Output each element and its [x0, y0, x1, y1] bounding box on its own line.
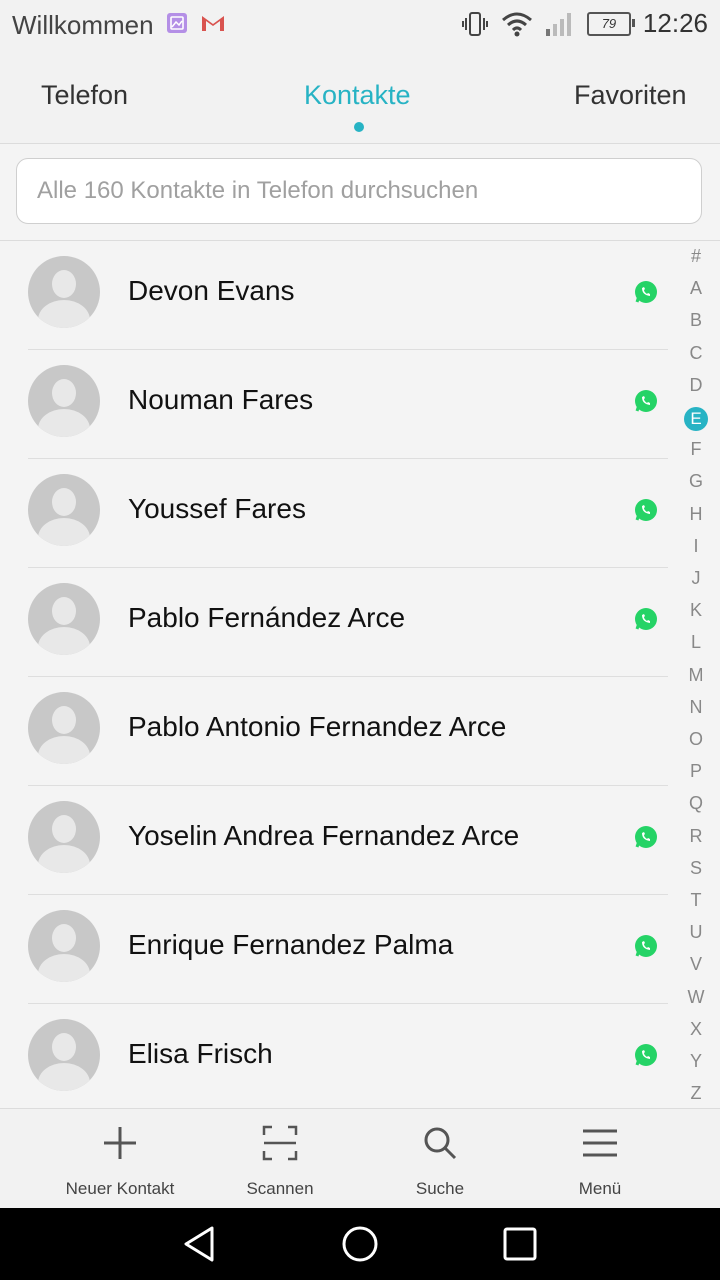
new-contact-label: Neuer Kontakt: [65, 1179, 175, 1198]
index-letter[interactable]: Y: [676, 1051, 716, 1072]
signal-icon: [545, 12, 571, 36]
index-letter[interactable]: O: [676, 729, 716, 750]
contact-name: Yoselin Andrea Fernandez Arce: [128, 820, 520, 851]
back-icon[interactable]: [180, 1224, 220, 1264]
contact-name: Pablo Antonio Fernandez Arce: [128, 711, 507, 742]
battery-icon: 79: [586, 11, 635, 36]
avatar-icon: [28, 1019, 100, 1091]
contact-row[interactable]: Youssef Fares: [0, 459, 672, 568]
index-letter[interactable]: C: [676, 343, 716, 364]
contact-name: Enrique Fernandez Palma: [128, 929, 454, 960]
menu-button[interactable]: Menü: [520, 1109, 680, 1209]
avatar-icon: [28, 474, 100, 546]
index-letter[interactable]: M: [676, 665, 716, 686]
contact-name: Nouman Fares: [128, 384, 314, 415]
index-letter[interactable]: J: [676, 568, 716, 589]
contact-row[interactable]: Pablo Antonio Fernandez Arce: [0, 677, 672, 786]
avatar-icon: [28, 583, 100, 655]
whatsapp-icon[interactable]: [634, 607, 658, 631]
index-letter[interactable]: P: [676, 761, 716, 782]
index-letter[interactable]: D: [676, 375, 716, 396]
whatsapp-icon[interactable]: [634, 1043, 658, 1067]
index-letter[interactable]: V: [676, 954, 716, 975]
whatsapp-icon[interactable]: [634, 280, 658, 304]
contact-name: Pablo Fernández Arce: [128, 602, 406, 633]
menu-icon: [583, 1129, 617, 1157]
home-icon[interactable]: [340, 1224, 380, 1264]
contact-search-input[interactable]: [16, 158, 702, 224]
tab-telefon[interactable]: Telefon: [41, 80, 128, 111]
index-letter[interactable]: W: [676, 987, 716, 1008]
index-letter[interactable]: E: [684, 407, 708, 431]
status-title: Willkommen: [12, 10, 154, 40]
status-time: 12:26: [642, 8, 708, 38]
contact-row[interactable]: Devon Evans: [0, 241, 672, 350]
contact-row[interactable]: Pablo Fernández Arce: [0, 568, 672, 677]
contact-name: Youssef Fares: [128, 493, 306, 524]
bottom-toolbar: Neuer Kontakt Scannen Suche Menü: [0, 1108, 720, 1209]
index-letter[interactable]: F: [676, 439, 716, 460]
index-letter[interactable]: Z: [676, 1083, 716, 1104]
whatsapp-icon[interactable]: [634, 825, 658, 849]
index-letter[interactable]: L: [676, 632, 716, 653]
avatar-icon: [28, 365, 100, 437]
index-letter[interactable]: H: [676, 504, 716, 525]
alphabet-index[interactable]: # A B C D E F G H I J K L M N O P Q R S T U V W X Y Z: [676, 246, 716, 1108]
index-letter[interactable]: K: [676, 600, 716, 621]
index-letter[interactable]: S: [676, 858, 716, 879]
index-letter[interactable]: #: [676, 246, 716, 267]
status-bar: Willkommen 79 12:26: [0, 0, 720, 50]
recents-icon[interactable]: [500, 1224, 540, 1264]
contact-name: Elisa Frisch: [128, 1038, 273, 1069]
wifi-icon: [501, 12, 532, 36]
index-letter[interactable]: B: [676, 310, 716, 331]
avatar-icon: [28, 256, 100, 328]
tab-bar: Telefon Kontakte Favoriten: [0, 50, 720, 144]
index-letter[interactable]: Q: [676, 793, 716, 814]
contact-name: Devon Evans: [128, 275, 295, 306]
search-label: Suche: [415, 1179, 465, 1198]
contact-row[interactable]: Enrique Fernandez Palma: [0, 895, 672, 1004]
plus-icon: [104, 1127, 136, 1159]
scan-label: Scannen: [246, 1179, 314, 1198]
vibrate-icon: [461, 11, 488, 36]
scan-icon: [262, 1125, 298, 1161]
gmail-notification-icon: [202, 16, 224, 31]
avatar-icon: [28, 692, 100, 764]
avatar-icon: [28, 910, 100, 982]
index-letter[interactable]: R: [676, 826, 716, 847]
tab-favoriten[interactable]: Favoriten: [574, 80, 687, 111]
contact-row[interactable]: Nouman Fares: [0, 350, 672, 459]
index-letter[interactable]: X: [676, 1019, 716, 1040]
search-icon: [424, 1127, 457, 1160]
tab-kontakte[interactable]: Kontakte: [304, 80, 411, 111]
contact-row[interactable]: Yoselin Andrea Fernandez Arce: [0, 786, 672, 895]
search-button[interactable]: Suche: [360, 1109, 520, 1209]
search-area: [0, 144, 720, 241]
avatar-icon: [28, 801, 100, 873]
whatsapp-icon[interactable]: [634, 389, 658, 413]
scan-button[interactable]: Scannen: [200, 1109, 360, 1209]
contact-row[interactable]: Elisa Frisch: [0, 1004, 672, 1107]
new-contact-button[interactable]: Neuer Kontakt: [40, 1109, 200, 1209]
index-letter[interactable]: U: [676, 922, 716, 943]
index-letter[interactable]: A: [676, 278, 716, 299]
index-letter[interactable]: N: [676, 697, 716, 718]
contact-list: Devon Evans Nouman Fares Youssef Fares Pabl…: [0, 241, 672, 1107]
index-letter[interactable]: T: [676, 890, 716, 911]
index-letter[interactable]: I: [676, 536, 716, 557]
whatsapp-icon[interactable]: [634, 498, 658, 522]
menu-label: Menü: [578, 1179, 622, 1198]
gallery-notification-icon: [167, 13, 187, 33]
index-letter[interactable]: G: [676, 471, 716, 492]
status-right-group: 79 12:26: [461, 8, 708, 39]
whatsapp-icon[interactable]: [634, 934, 658, 958]
active-tab-indicator: [354, 122, 364, 132]
system-nav-bar: [0, 1208, 720, 1280]
